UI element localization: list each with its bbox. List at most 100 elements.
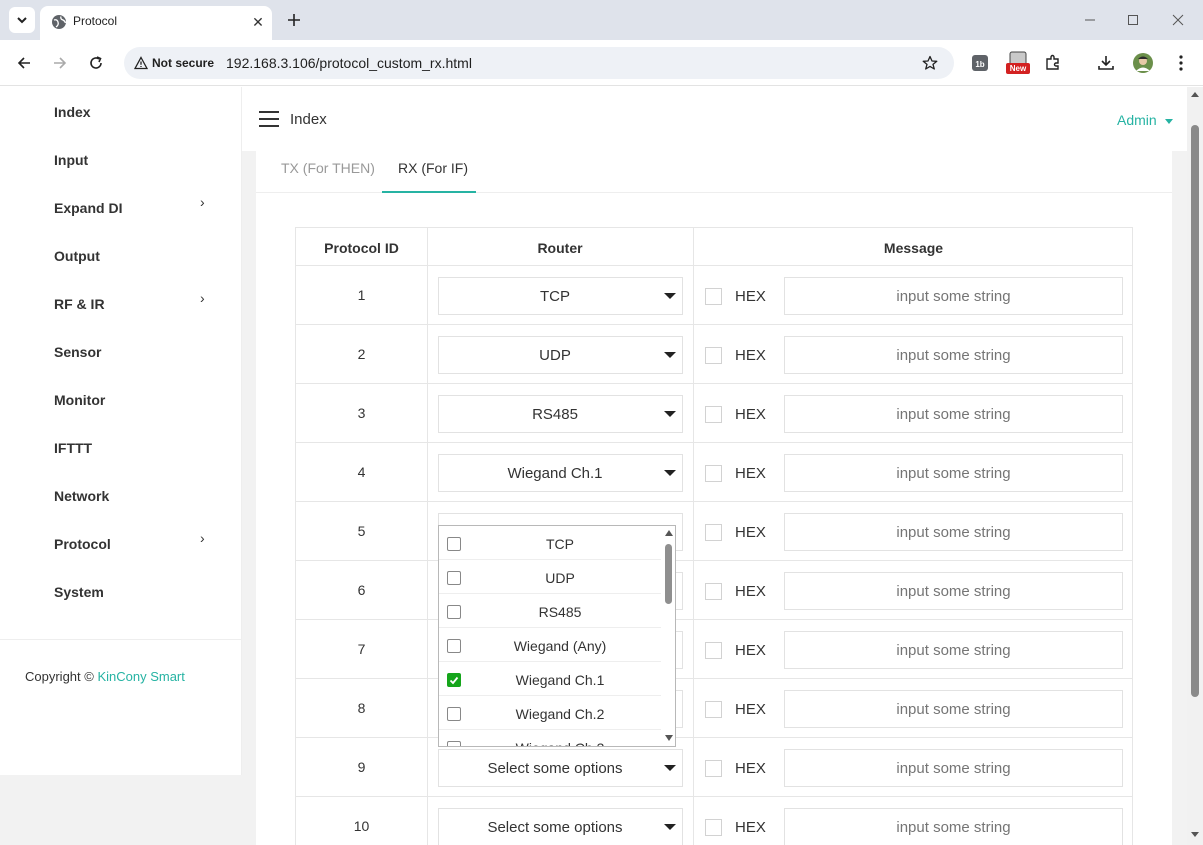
hex-label: HEX [735, 760, 766, 777]
hex-checkbox[interactable] [705, 288, 722, 305]
back-arrow-icon[interactable] [13, 52, 35, 74]
checkmark-icon [449, 676, 459, 685]
sidebar-item-expand-di[interactable]: Expand DI [54, 200, 122, 216]
tab-rx[interactable]: RX (For IF) [398, 160, 468, 176]
sidebar-item-input[interactable]: Input [54, 152, 88, 168]
sidebar-divider [0, 639, 241, 640]
message-input[interactable] [784, 336, 1123, 374]
sidebar-item-ifttt[interactable]: IFTTT [54, 440, 92, 456]
dropdown-scroll-thumb[interactable] [665, 544, 672, 604]
browser-tab[interactable]: Protocol ✕ [40, 6, 272, 40]
message-input[interactable] [784, 454, 1123, 492]
checkbox-icon[interactable] [447, 537, 461, 551]
extension-1b-icon[interactable]: 1b [969, 52, 991, 74]
router-select[interactable]: Select some options [438, 749, 683, 787]
hex-checkbox[interactable] [705, 465, 722, 482]
checkbox-icon[interactable] [447, 741, 461, 746]
address-bar[interactable]: Not secure 192.168.3.106/protocol_custom… [124, 47, 954, 79]
protocol-id: 8 [357, 700, 366, 716]
dropdown-option[interactable]: RS485 [439, 594, 661, 628]
sidebar-item-sensor[interactable]: Sensor [54, 344, 101, 360]
hex-checkbox[interactable] [705, 760, 722, 777]
scroll-down-icon[interactable] [665, 735, 673, 741]
page-scrollbar[interactable] [1187, 87, 1203, 845]
forward-arrow-icon[interactable] [49, 52, 71, 74]
dropdown-option[interactable]: UDP [439, 560, 661, 594]
checkbox-checked-icon[interactable] [447, 673, 461, 687]
hex-checkbox[interactable] [705, 524, 722, 541]
dropdown-option[interactable]: Wiegand Ch.3 [439, 730, 661, 746]
sidebar-item-rf-ir[interactable]: RF & IR [54, 296, 105, 312]
dropdown-option-label: TCP [546, 536, 574, 552]
profile-avatar-icon[interactable] [1132, 52, 1154, 74]
message-input[interactable] [784, 631, 1123, 669]
scroll-down-icon[interactable] [1191, 832, 1199, 837]
sidebar-item-protocol[interactable]: Protocol [54, 536, 111, 552]
hex-label: HEX [735, 347, 766, 364]
chevron-right-icon: › [200, 290, 205, 306]
hex-checkbox[interactable] [705, 642, 722, 659]
copyright-link[interactable]: KinCony Smart [97, 669, 184, 684]
message-input[interactable] [784, 513, 1123, 551]
message-input[interactable] [784, 749, 1123, 787]
sidebar-item-index[interactable]: Index [54, 104, 91, 120]
site-info-chip[interactable]: Not secure [128, 50, 222, 76]
caret-down-icon [664, 411, 676, 417]
extension-new-icon[interactable]: New [1005, 51, 1031, 74]
checkbox-icon[interactable] [447, 571, 461, 585]
caret-down-icon [664, 352, 676, 358]
hex-checkbox[interactable] [705, 819, 722, 836]
tab-close-icon[interactable]: ✕ [248, 12, 268, 32]
sidebar-item-monitor[interactable]: Monitor [54, 392, 105, 408]
download-icon[interactable] [1095, 52, 1117, 74]
router-select[interactable]: TCP [438, 277, 683, 315]
bookmark-star-icon[interactable] [920, 53, 940, 73]
page-scroll-thumb[interactable] [1191, 125, 1199, 697]
minimize-icon[interactable] [1080, 10, 1100, 30]
sidebar-item-system[interactable]: System [54, 584, 104, 600]
hex-checkbox[interactable] [705, 701, 722, 718]
router-select[interactable]: Wiegand Ch.1 [438, 454, 683, 492]
router-select[interactable]: UDP [438, 336, 683, 374]
dropdown-option[interactable]: TCP [439, 526, 661, 560]
dropdown-option[interactable]: Wiegand Ch.2 [439, 696, 661, 730]
protocol-id: 5 [357, 523, 366, 539]
sidebar-item-network[interactable]: Network [54, 488, 109, 504]
sidebar: Index Input Expand DI › Output RF & IR ›… [0, 87, 242, 845]
checkbox-icon[interactable] [447, 707, 461, 721]
router-options-dropdown[interactable]: TCP UDP RS485 Wiegand (Any) Wiegand Ch.1 Wieg… [438, 525, 676, 747]
dropdown-option[interactable]: Wiegand (Any) [439, 628, 661, 662]
message-input[interactable] [784, 808, 1123, 845]
table-header: Protocol ID Router Message [296, 228, 1132, 266]
dropdown-option-label: Wiegand Ch.2 [515, 706, 605, 722]
maximize-icon[interactable] [1123, 10, 1143, 30]
hex-checkbox[interactable] [705, 583, 722, 600]
tab-tx[interactable]: TX (For THEN) [281, 160, 375, 176]
checkbox-icon[interactable] [447, 639, 461, 653]
more-menu-icon[interactable] [1170, 52, 1192, 74]
checkbox-icon[interactable] [447, 605, 461, 619]
hex-checkbox[interactable] [705, 406, 722, 423]
dropdown-scrollbar[interactable] [662, 526, 675, 746]
scroll-up-icon[interactable] [1191, 92, 1199, 97]
message-input[interactable] [784, 690, 1123, 728]
reload-icon[interactable] [85, 52, 107, 74]
message-input[interactable] [784, 277, 1123, 315]
tab-search-button[interactable] [9, 7, 35, 33]
hex-checkbox[interactable] [705, 347, 722, 364]
new-tab-icon[interactable] [284, 10, 304, 30]
scroll-up-icon[interactable] [665, 530, 673, 536]
puzzle-icon[interactable] [1042, 52, 1064, 74]
hamburger-menu-icon[interactable] [259, 111, 279, 127]
sidebar-footer-background [0, 775, 242, 845]
message-input[interactable] [784, 572, 1123, 610]
hex-label: HEX [735, 465, 766, 482]
router-select[interactable]: RS485 [438, 395, 683, 433]
router-select[interactable]: Select some options [438, 808, 683, 845]
dropdown-option[interactable]: Wiegand Ch.1 [439, 662, 661, 696]
admin-menu[interactable]: Admin [1117, 112, 1173, 128]
table-row: 5 HEX [296, 502, 1132, 561]
message-input[interactable] [784, 395, 1123, 433]
sidebar-item-output[interactable]: Output [54, 248, 100, 264]
close-window-icon[interactable] [1168, 10, 1188, 30]
